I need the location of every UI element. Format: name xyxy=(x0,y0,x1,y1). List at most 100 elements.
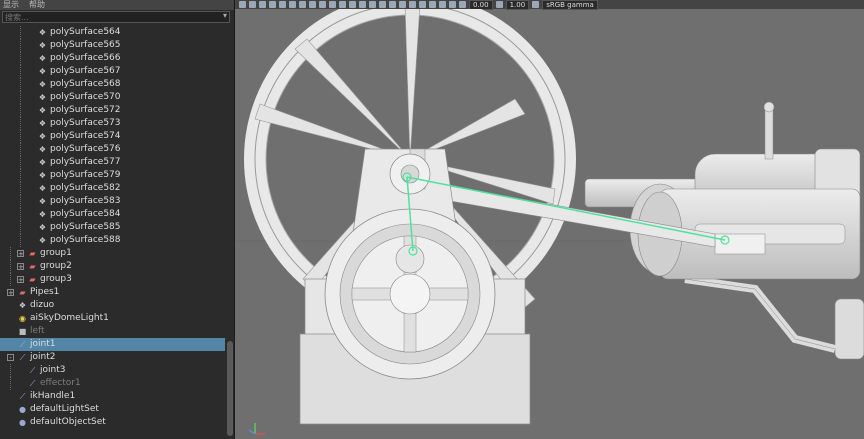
outliner-item-polySurface583[interactable]: ❖ polySurface583 xyxy=(0,195,225,208)
outliner-item-label: polySurface572 xyxy=(50,105,121,115)
outliner-item-polySurface566[interactable]: ❖ polySurface566 xyxy=(0,52,225,65)
outliner-item-group3[interactable]: + ▰ group3 xyxy=(0,273,225,286)
menu-display[interactable]: 显示 xyxy=(3,0,19,10)
outliner-item-defaultLightSet[interactable]: ● defaultLightSet xyxy=(0,403,225,416)
collapse-icon[interactable]: - xyxy=(7,354,14,362)
outliner-item-polySurface568[interactable]: ❖ polySurface568 xyxy=(0,78,225,91)
outliner-item-label: polySurface565 xyxy=(50,40,121,50)
outliner-item-polySurface572[interactable]: ❖ polySurface572 xyxy=(0,104,225,117)
outliner-item-polySurface579[interactable]: ❖ polySurface579 xyxy=(0,169,225,182)
resolution-gate-icon[interactable] xyxy=(289,1,296,8)
outliner-item-label: polySurface577 xyxy=(50,157,121,167)
outliner-item-polySurface565[interactable]: ❖ polySurface565 xyxy=(0,39,225,52)
motion-blur-icon[interactable] xyxy=(399,1,406,8)
expand-icon[interactable]: + xyxy=(17,276,24,284)
exposure-icon[interactable] xyxy=(459,1,466,8)
crank-wheel xyxy=(324,208,496,380)
lights-icon[interactable] xyxy=(369,1,376,8)
light-icon: ◉ xyxy=(19,314,26,323)
tree-line xyxy=(20,117,21,130)
tree-line xyxy=(20,156,21,169)
outliner-item-label: aiSkyDomeLight1 xyxy=(30,313,109,323)
outliner-item-group1[interactable]: + ▰ group1 xyxy=(0,247,225,260)
outliner-item-label: polySurface584 xyxy=(50,209,121,219)
smooth-shade-icon[interactable] xyxy=(339,1,346,8)
gamma-icon[interactable] xyxy=(495,1,503,8)
mesh-icon: ❖ xyxy=(38,145,47,154)
outliner-item-polySurface582[interactable]: ❖ polySurface582 xyxy=(0,182,225,195)
xray-icon[interactable] xyxy=(429,1,436,8)
wireframe-icon[interactable] xyxy=(329,1,336,8)
outliner-item-polySurface584[interactable]: ❖ polySurface584 xyxy=(0,208,225,221)
outliner-item-defaultObjectSet[interactable]: ● defaultObjectSet xyxy=(0,416,225,429)
outliner-item-joint1[interactable]: ⟋ joint1 xyxy=(0,338,225,351)
outliner-item-ikHandle1[interactable]: ⟋ ikHandle1 xyxy=(0,390,225,403)
outliner-item-polySurface564[interactable]: ❖ polySurface564 xyxy=(0,26,225,39)
xray-joints-icon[interactable] xyxy=(439,1,446,8)
outliner-item-polySurface574[interactable]: ❖ polySurface574 xyxy=(0,130,225,143)
expand-icon[interactable]: + xyxy=(17,263,24,271)
outliner-item-label: polySurface585 xyxy=(50,222,121,232)
tree-line xyxy=(20,26,21,39)
bookmark-icon[interactable] xyxy=(249,1,256,8)
expand-icon[interactable]: + xyxy=(7,289,14,297)
outliner-item-label: polySurface566 xyxy=(50,53,121,63)
isolate-icon[interactable] xyxy=(419,1,426,8)
expand-icon[interactable]: + xyxy=(17,250,24,258)
tree-line xyxy=(10,273,11,286)
outliner-item-label: defaultObjectSet xyxy=(30,417,106,427)
outliner-item-polySurface570[interactable]: ❖ polySurface570 xyxy=(0,91,225,104)
camera-icon: ■ xyxy=(18,327,27,336)
field-chart-icon[interactable] xyxy=(309,1,316,8)
outliner-item-polySurface588[interactable]: ❖ polySurface588 xyxy=(0,234,225,247)
shadows-icon[interactable] xyxy=(379,1,386,8)
chevron-down-icon[interactable]: ▾ xyxy=(223,11,227,20)
outliner-item-polySurface573[interactable]: ❖ polySurface573 xyxy=(0,117,225,130)
outliner-item-label: polySurface588 xyxy=(50,235,121,245)
mesh-icon: ❖ xyxy=(38,158,47,167)
outliner-item-label: polySurface582 xyxy=(50,183,121,193)
menu-help[interactable]: 帮助 xyxy=(29,0,45,10)
ambient-occlusion-icon[interactable] xyxy=(389,1,396,8)
outliner-item-aiSkyDomeLight1[interactable]: ◉ aiSkyDomeLight1 xyxy=(0,312,225,325)
joint-icon: ⟋ xyxy=(19,353,26,362)
gate-mask-icon[interactable] xyxy=(299,1,306,8)
outliner-item-polySurface577[interactable]: ❖ polySurface577 xyxy=(0,156,225,169)
outliner-item-polySurface576[interactable]: ❖ polySurface576 xyxy=(0,143,225,156)
color-management-icon[interactable] xyxy=(532,1,540,8)
outliner-scrollbar[interactable] xyxy=(226,26,234,439)
outliner-item-polySurface567[interactable]: ❖ polySurface567 xyxy=(0,65,225,78)
tree-line xyxy=(20,39,21,52)
xray-components-icon[interactable] xyxy=(449,1,456,8)
camera-attributes-icon[interactable] xyxy=(239,1,246,8)
effector-icon: ⟋ xyxy=(29,379,36,388)
film-gate-icon[interactable] xyxy=(279,1,286,8)
search-input[interactable] xyxy=(3,12,229,22)
textured-icon[interactable] xyxy=(359,1,366,8)
antialias-icon[interactable] xyxy=(409,1,416,8)
scene-render xyxy=(235,9,864,425)
tree-line xyxy=(20,195,21,208)
outliner-item-group2[interactable]: + ▰ group2 xyxy=(0,260,225,273)
outliner-item-Pipes1[interactable]: + ▰ Pipes1 xyxy=(0,286,225,299)
mesh-icon: ❖ xyxy=(18,301,27,310)
outliner-item-joint3[interactable]: ⟋ joint3 xyxy=(0,364,225,377)
tree-line xyxy=(20,143,21,156)
group-icon: ▰ xyxy=(29,249,36,258)
outliner-item-polySurface585[interactable]: ❖ polySurface585 xyxy=(0,221,225,234)
grid-icon[interactable] xyxy=(269,1,276,8)
outliner-item-effector1[interactable]: ⟋ effector1 xyxy=(0,377,225,390)
outliner-item-left[interactable]: ■ left xyxy=(0,325,225,338)
outliner-item-label: polySurface574 xyxy=(50,131,121,141)
safe-action-icon[interactable] xyxy=(319,1,326,8)
image-plane-icon[interactable] xyxy=(259,1,266,8)
outliner-item-joint2[interactable]: - ⟋ joint2 xyxy=(0,351,225,364)
scrollbar-thumb[interactable] xyxy=(227,341,233,436)
viewport-3d[interactable]: 0.00 1.00 sRGB gamma xyxy=(235,0,864,439)
wireframe-on-shaded-icon[interactable] xyxy=(349,1,356,8)
outliner-item-dizuo[interactable]: ❖ dizuo xyxy=(0,299,225,312)
outliner-item-label: joint3 xyxy=(40,365,66,375)
outliner-item-label: polySurface579 xyxy=(50,170,121,180)
outliner-item-label: group3 xyxy=(40,274,72,284)
outliner-item-label: effector1 xyxy=(40,378,81,388)
